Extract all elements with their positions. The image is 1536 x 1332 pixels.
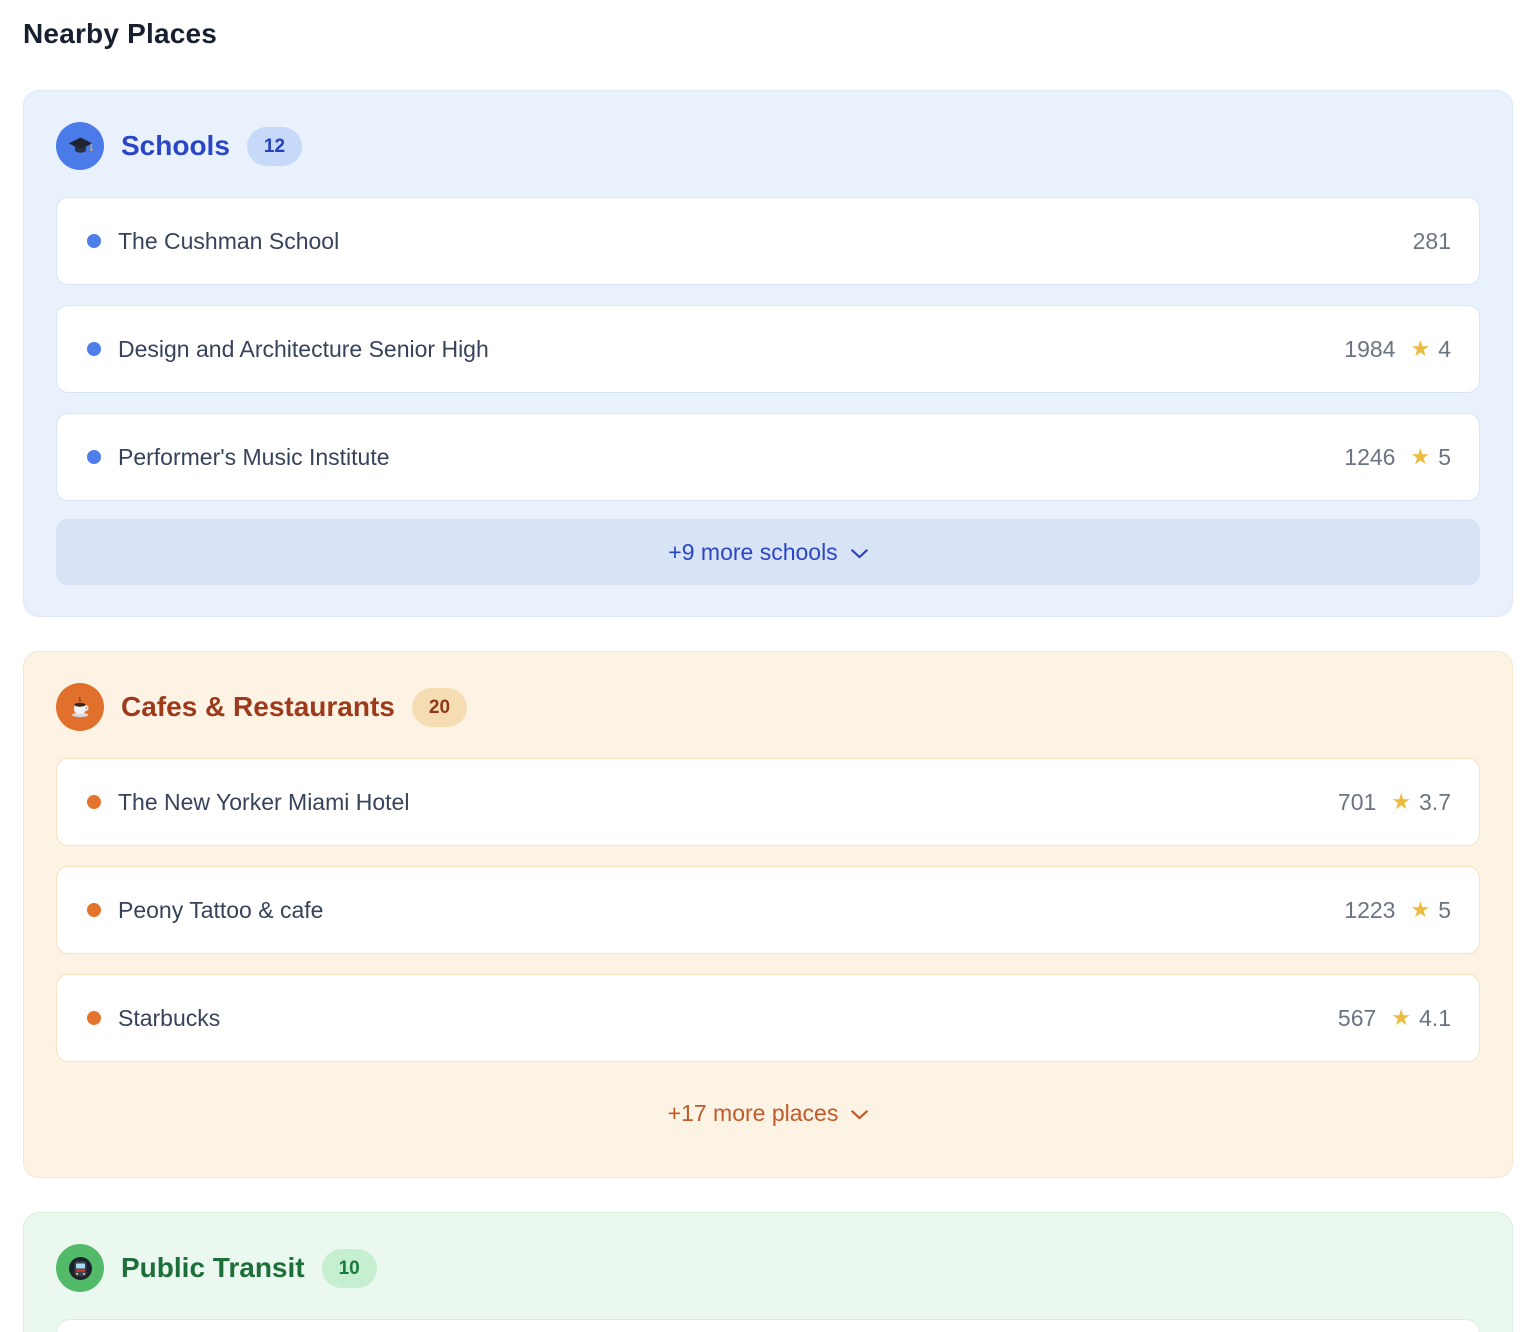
bullet-dot bbox=[87, 795, 101, 809]
public-transit-section: Public Transit 10 bbox=[23, 1212, 1513, 1332]
chevron-down-icon bbox=[851, 1110, 868, 1120]
place-name: Starbucks bbox=[118, 1005, 1338, 1032]
bullet-dot bbox=[87, 342, 101, 356]
bullet-dot bbox=[87, 1011, 101, 1025]
star-icon: ★ bbox=[1410, 446, 1430, 468]
place-name: Design and Architecture Senior High bbox=[118, 336, 1344, 363]
count-badge: 10 bbox=[322, 1249, 377, 1288]
section-title: Schools bbox=[121, 130, 230, 162]
section-title: Public Transit bbox=[121, 1252, 305, 1284]
page-title: Nearby Places bbox=[23, 18, 1513, 50]
star-icon: ★ bbox=[1391, 791, 1411, 813]
review-count: 1984 bbox=[1344, 336, 1395, 363]
list-item[interactable]: Peony Tattoo & cafe 1223 ★ 5 bbox=[56, 866, 1480, 954]
list-item[interactable]: The Cushman School 281 bbox=[56, 197, 1480, 285]
bullet-dot bbox=[87, 234, 101, 248]
more-places-button[interactable]: +17 more places bbox=[56, 1080, 1480, 1146]
section-title: Cafes & Restaurants bbox=[121, 691, 395, 723]
place-name: The New Yorker Miami Hotel bbox=[118, 789, 1338, 816]
review-count: 1223 bbox=[1344, 897, 1395, 924]
star-icon: ★ bbox=[1410, 338, 1430, 360]
review-count: 281 bbox=[1413, 228, 1451, 255]
count-badge: 20 bbox=[412, 688, 467, 727]
place-name: The Cushman School bbox=[118, 228, 1413, 255]
transit-section-header: Public Transit 10 bbox=[56, 1244, 1480, 1292]
more-button-label: +17 more places bbox=[668, 1100, 839, 1127]
rating-value: 3.7 bbox=[1419, 789, 1451, 816]
schools-section-header: Schools 12 bbox=[56, 122, 1480, 170]
schools-section: Schools 12 The Cushman School 281 Design… bbox=[23, 90, 1513, 617]
place-name: Performer's Music Institute bbox=[118, 444, 1344, 471]
bullet-dot bbox=[87, 450, 101, 464]
bullet-dot bbox=[87, 903, 101, 917]
list-item[interactable]: Starbucks 567 ★ 4.1 bbox=[56, 974, 1480, 1062]
metro-train-icon bbox=[56, 1244, 104, 1292]
count-badge: 12 bbox=[247, 127, 302, 166]
more-schools-button[interactable]: +9 more schools bbox=[56, 519, 1480, 585]
rating-value: 4 bbox=[1438, 336, 1451, 363]
rating-value: 5 bbox=[1438, 897, 1451, 924]
rating-value: 4.1 bbox=[1419, 1005, 1451, 1032]
schools-list: The Cushman School 281 Design and Archit… bbox=[56, 197, 1480, 501]
star-icon: ★ bbox=[1391, 1007, 1411, 1029]
cafes-list: The New Yorker Miami Hotel 701 ★ 3.7 Peo… bbox=[56, 758, 1480, 1062]
graduation-cap-icon bbox=[56, 122, 104, 170]
coffee-cup-icon bbox=[56, 683, 104, 731]
rating-value: 5 bbox=[1438, 444, 1451, 471]
nearby-places-panel: Nearby Places Schools 12 The Cushman Sch… bbox=[0, 0, 1536, 1332]
list-item[interactable] bbox=[56, 1319, 1480, 1332]
place-name: Peony Tattoo & cafe bbox=[118, 897, 1344, 924]
transit-list bbox=[56, 1319, 1480, 1332]
more-button-label: +9 more schools bbox=[668, 539, 837, 566]
review-count: 1246 bbox=[1344, 444, 1395, 471]
list-item[interactable]: Performer's Music Institute 1246 ★ 5 bbox=[56, 413, 1480, 501]
review-count: 701 bbox=[1338, 789, 1376, 816]
list-item[interactable]: Design and Architecture Senior High 1984… bbox=[56, 305, 1480, 393]
list-item[interactable]: The New Yorker Miami Hotel 701 ★ 3.7 bbox=[56, 758, 1480, 846]
review-count: 567 bbox=[1338, 1005, 1376, 1032]
chevron-down-icon bbox=[851, 549, 868, 559]
star-icon: ★ bbox=[1410, 899, 1430, 921]
cafes-restaurants-section: Cafes & Restaurants 20 The New Yorker Mi… bbox=[23, 651, 1513, 1178]
cafes-section-header: Cafes & Restaurants 20 bbox=[56, 683, 1480, 731]
